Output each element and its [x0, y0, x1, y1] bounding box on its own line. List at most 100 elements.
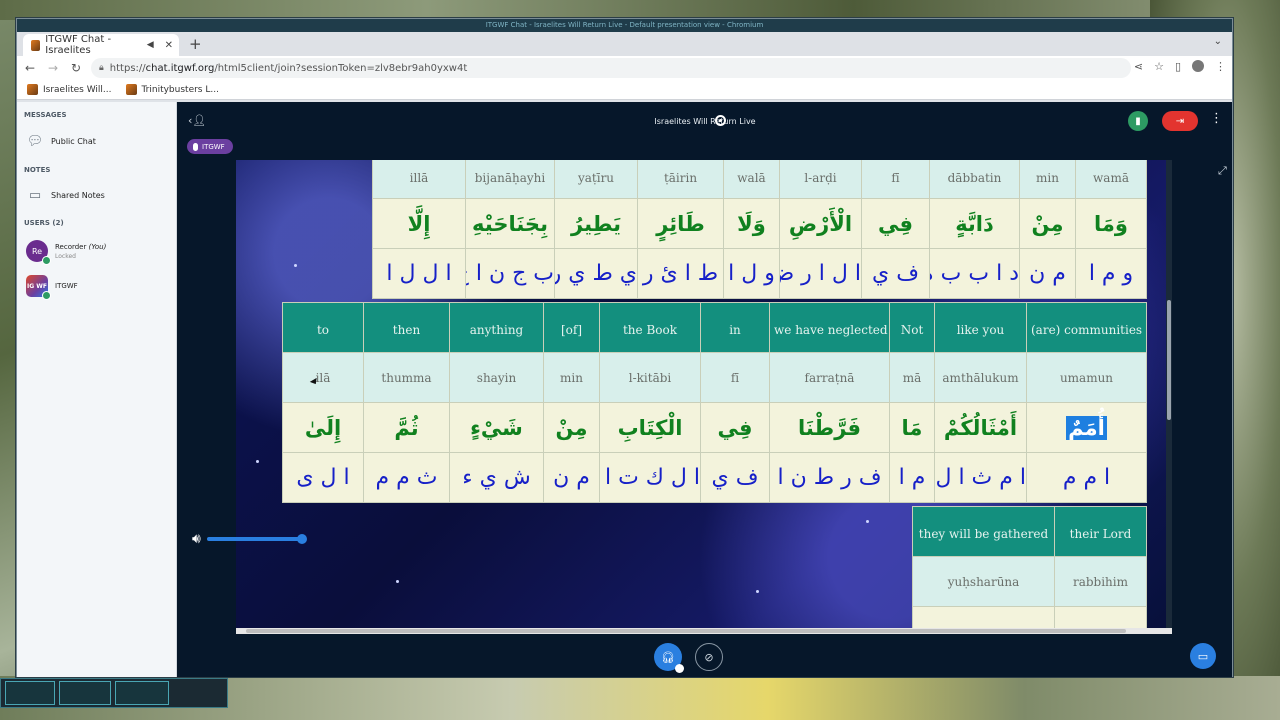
connection-status-icon[interactable]: ▮	[1128, 111, 1148, 131]
arabic-word-cell: فَرَّطْنَا	[769, 402, 890, 453]
recording-indicator-icon[interactable]	[715, 115, 726, 126]
arabic-letters-cell: م ن	[1019, 248, 1076, 299]
audio-settings-icon[interactable]	[675, 664, 684, 673]
tab-strip: ITGWF Chat - Israelites ◀ ✕ + ⌄	[17, 32, 1232, 56]
leave-meeting-button[interactable]: ⇥	[1162, 111, 1198, 131]
transliteration-cell: walā	[723, 160, 780, 199]
bookmark-item[interactable]: Trinitybusters L...	[125, 84, 219, 95]
browser-tab[interactable]: ITGWF Chat - Israelites ◀ ✕	[23, 34, 179, 56]
arabic-letters-cell: ا ل ا ر ض	[779, 248, 862, 299]
bookmark-item[interactable]: Israelites Will...	[27, 84, 112, 95]
arabic-word-cell: يَطِيرُ	[554, 198, 638, 249]
talking-indicator[interactable]: ITGWF	[187, 139, 233, 154]
slide-horizontal-scrollbar[interactable]	[236, 628, 1172, 634]
english-meaning-cell: like you	[934, 302, 1027, 353]
url-host: chat.itgwf.org	[145, 62, 215, 74]
arabic-word-cell: بِجَنَاحَيْهِ	[465, 198, 555, 249]
browser-window: ITGWF Chat - Israelites Will Return Live…	[16, 18, 1233, 677]
lock-status: Locked	[55, 252, 76, 260]
messages-section-title: MESSAGES	[24, 111, 67, 119]
profile-avatar-icon[interactable]	[1192, 60, 1204, 72]
reload-icon[interactable]: ↻	[66, 61, 86, 75]
arabic-letters-cell: ا ل ل ا	[372, 248, 466, 299]
english-meaning-cell: they will be gathered	[912, 506, 1055, 557]
transliteration-cell: mā	[889, 352, 935, 403]
nav-topbar: ‹👤︎ Israelites Will Return Live ▮ ⇥ ⋮	[178, 102, 1232, 140]
share-icon[interactable]: ⋖	[1134, 60, 1143, 73]
presentation-slide: illā bijanāḥayhi yaṭīru ṭāirin walā l-arḍi fī d…	[236, 160, 1172, 628]
new-tab-icon[interactable]: +	[189, 35, 202, 53]
transliteration-cell: shayin	[449, 352, 544, 403]
taskbar-window-2[interactable]	[59, 681, 111, 705]
public-chat-item[interactable]: 💬︎ Public Chat	[27, 134, 96, 149]
taskbar-window-3[interactable]	[115, 681, 169, 705]
chevron-down-icon[interactable]: ⌄	[1214, 36, 1222, 47]
volume-slider-handle[interactable]	[296, 534, 307, 544]
browser-menu-icon[interactable]: ⋮	[1215, 60, 1226, 73]
user-name: Recorder (You) Locked	[55, 242, 107, 260]
user-item-recorder[interactable]: Re Recorder (You) Locked	[26, 240, 107, 265]
bookmarks-bar: Israelites Will... Trinitybusters L...	[17, 80, 1232, 100]
camera-off-button[interactable]: ⊘	[695, 643, 723, 671]
arabic-word-cell: إِلَّا	[372, 198, 466, 249]
transliteration-cell: wamā	[1075, 160, 1147, 199]
shared-notes-item[interactable]: ▭ Shared Notes	[27, 187, 105, 203]
arabic-word-cell: مِنْ	[543, 402, 600, 453]
star	[256, 460, 259, 463]
notes-section-title: NOTES	[24, 166, 51, 174]
verse-table-middle: to then anything [of] the Book in we have negl…	[282, 302, 1147, 503]
star	[396, 580, 399, 583]
user-list-sidebar: MESSAGES 💬︎ Public Chat NOTES ▭ Shared N…	[17, 102, 177, 677]
close-tab-icon[interactable]: ✕	[165, 40, 173, 51]
transliteration-cell: dābbatin	[929, 160, 1020, 199]
volume-slider[interactable]	[206, 534, 307, 544]
window-title: ITGWF Chat - Israelites Will Return Live…	[17, 19, 1232, 32]
address-bar[interactable]: 🔒︎ https://chat.itgwf.org/html5client/jo…	[91, 58, 1131, 78]
english-meaning-cell: in	[700, 302, 770, 353]
back-icon[interactable]: ←	[20, 61, 40, 75]
tab-title: ITGWF Chat - Israelites	[45, 34, 112, 56]
mic-icon	[193, 142, 198, 151]
taskbar-window-1[interactable]	[5, 681, 55, 705]
arabic-letters-cell: ش ي ء	[449, 452, 544, 503]
arabic-letters-cell: و م ا	[1075, 248, 1147, 299]
arabic-letters-cell: ف ر ط ن ا	[769, 452, 890, 503]
arabic-letters-cell: ب ج ن ا ح ي ه	[465, 248, 555, 299]
arabic-letters-cell: ث م م	[363, 452, 450, 503]
bbb-app: MESSAGES 💬︎ Public Chat NOTES ▭ Shared N…	[17, 102, 1232, 677]
users-section-title: USERS (2)	[24, 219, 64, 227]
english-meaning-cell: to	[282, 302, 364, 353]
arabic-word-cell: فِي	[861, 198, 930, 249]
speaker-volume-icon[interactable]: 🔊︎	[192, 531, 201, 547]
volume-control[interactable]: 🔊︎	[192, 531, 307, 547]
user-item-itgwf[interactable]: IG WF ITGWF	[26, 275, 78, 300]
lock-icon[interactable]: 🔒︎	[99, 63, 104, 73]
favicon-icon	[31, 39, 41, 51]
speaker-icon[interactable]: ◀	[147, 40, 154, 50]
english-meaning-cell: their Lord	[1054, 506, 1147, 557]
transliteration-cell: umamun	[1026, 352, 1147, 403]
arabic-word-cell: شَيْءٍ	[449, 402, 544, 453]
side-panel-icon[interactable]: ▯	[1175, 60, 1181, 73]
slide-vertical-scrollbar[interactable]	[1166, 160, 1172, 628]
transliteration-cell: ṭāirin	[637, 160, 724, 199]
arabic-letters-cell: ا ل ك ت ا ب	[599, 452, 701, 503]
desktop-top-strip	[0, 0, 1280, 20]
url-path: /html5client/join?sessionToken=zlv8ebr9a…	[214, 62, 468, 74]
star-icon[interactable]: ☆	[1154, 60, 1164, 73]
fullscreen-icon[interactable]: ⤢	[1218, 164, 1227, 178]
headphones-audio-button[interactable]: 🎧︎	[654, 643, 684, 673]
notes-file-icon: ▭	[28, 187, 42, 203]
forward-icon[interactable]: →	[43, 61, 63, 75]
nav-bar: ← → ↻ 🔒︎ https://chat.itgwf.org/html5cli…	[17, 56, 1232, 80]
options-menu-icon[interactable]: ⋮	[1210, 111, 1223, 126]
screen-share-button[interactable]: ▭	[1190, 643, 1216, 669]
arabic-letters-cell: ا م ث ا ل ك م	[934, 452, 1027, 503]
arabic-letters-cell: م ن	[543, 452, 600, 503]
arabic-letters-cell: د ا ب ب ة	[929, 248, 1020, 299]
action-bar: 🎧︎ ⊘ ▭	[178, 636, 1232, 677]
english-meaning-cell: (are) communities	[1026, 302, 1147, 353]
arabic-letters-cell: ا ل ى	[282, 452, 364, 503]
arabic-letters-cell: ف ي	[861, 248, 930, 299]
star	[866, 520, 869, 523]
